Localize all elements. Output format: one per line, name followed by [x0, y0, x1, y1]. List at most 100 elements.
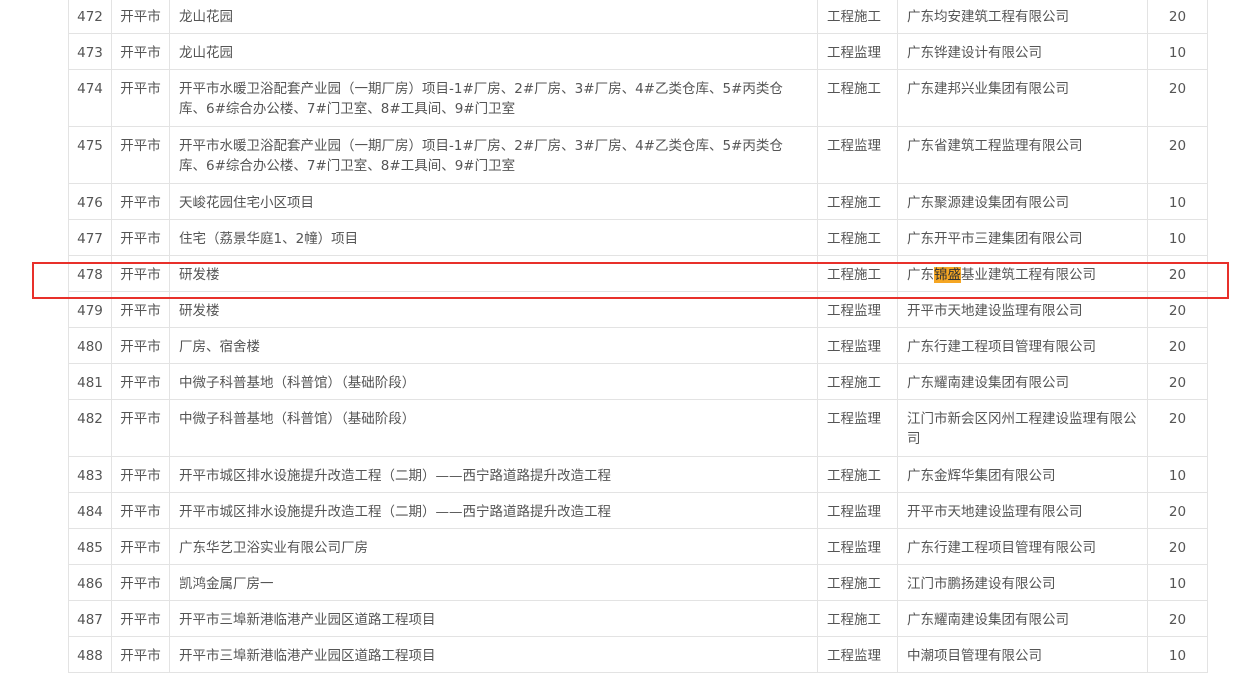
score-cell: 10: [1147, 456, 1208, 493]
records-table: 472 开平市 龙山花园 工程施工 广东均安建筑工程有限公司 20 473 开平…: [68, 0, 1208, 673]
row-number: 483: [68, 456, 112, 493]
company-cell: 广东锦盛基业建筑工程有限公司: [897, 255, 1148, 292]
city-cell: 开平市: [111, 456, 170, 493]
score-cell: 10: [1147, 219, 1208, 256]
search-highlight: 锦盛: [934, 267, 961, 283]
type-cell: 工程施工: [817, 564, 898, 601]
city-cell: 开平市: [111, 219, 170, 256]
company-prefix: 广东: [907, 267, 934, 283]
project-cell: 龙山花园: [169, 0, 818, 34]
table-row: 475 开平市 开平市水暖卫浴配套产业园（一期厂房）项目-1#厂房、2#厂房、3…: [68, 126, 1208, 184]
row-number: 479: [68, 291, 112, 328]
project-cell: 中微子科普基地（科普馆）（基础阶段）: [169, 363, 818, 400]
type-cell: 工程施工: [817, 600, 898, 637]
type-cell: 工程施工: [817, 219, 898, 256]
company-suffix: 基业建筑工程有限公司: [961, 267, 1096, 283]
table-row: 480 开平市 厂房、宿舍楼 工程监理 广东行建工程项目管理有限公司 20: [68, 327, 1208, 364]
city-cell: 开平市: [111, 363, 170, 400]
company-cell: 中潮项目管理有限公司: [897, 636, 1148, 673]
company-cell: 广东铧建设计有限公司: [897, 33, 1148, 70]
score-cell: 20: [1147, 126, 1208, 184]
table-row: 472 开平市 龙山花园 工程施工 广东均安建筑工程有限公司 20: [68, 0, 1208, 34]
company-cell: 广东行建工程项目管理有限公司: [897, 327, 1148, 364]
company-cell: 广东耀南建设集团有限公司: [897, 600, 1148, 637]
city-cell: 开平市: [111, 69, 170, 127]
project-cell: 住宅（荔景华庭1、2幢）项目: [169, 219, 818, 256]
row-number: 478: [68, 255, 112, 292]
project-cell: 广东华艺卫浴实业有限公司厂房: [169, 528, 818, 565]
table-row: 477 开平市 住宅（荔景华庭1、2幢）项目 工程施工 广东开平市三建集团有限公…: [68, 219, 1208, 256]
type-cell: 工程施工: [817, 255, 898, 292]
score-cell: 20: [1147, 0, 1208, 34]
city-cell: 开平市: [111, 33, 170, 70]
row-number: 486: [68, 564, 112, 601]
project-cell: 开平市三埠新港临港产业园区道路工程项目: [169, 636, 818, 673]
city-cell: 开平市: [111, 291, 170, 328]
city-cell: 开平市: [111, 636, 170, 673]
project-cell: 天峻花园住宅小区项目: [169, 183, 818, 220]
company-cell: 江门市鹏扬建设有限公司: [897, 564, 1148, 601]
table-row: 482 开平市 中微子科普基地（科普馆）（基础阶段） 工程监理 江门市新会区冈州…: [68, 399, 1208, 457]
company-cell: 广东行建工程项目管理有限公司: [897, 528, 1148, 565]
type-cell: 工程施工: [817, 363, 898, 400]
row-number: 475: [68, 126, 112, 184]
company-cell: 广东聚源建设集团有限公司: [897, 183, 1148, 220]
row-number: 481: [68, 363, 112, 400]
project-cell: 开平市三埠新港临港产业园区道路工程项目: [169, 600, 818, 637]
type-cell: 工程监理: [817, 327, 898, 364]
score-cell: 20: [1147, 492, 1208, 529]
table-row: 479 开平市 研发楼 工程监理 开平市天地建设监理有限公司 20: [68, 291, 1208, 328]
row-number: 485: [68, 528, 112, 565]
table-row: 473 开平市 龙山花园 工程监理 广东铧建设计有限公司 10: [68, 33, 1208, 70]
company-cell: 江门市新会区冈州工程建设监理有限公司: [897, 399, 1148, 457]
type-cell: 工程监理: [817, 528, 898, 565]
company-cell: 广东建邦兴业集团有限公司: [897, 69, 1148, 127]
type-cell: 工程监理: [817, 33, 898, 70]
city-cell: 开平市: [111, 0, 170, 34]
table-row: 487 开平市 开平市三埠新港临港产业园区道路工程项目 工程施工 广东耀南建设集…: [68, 600, 1208, 637]
type-cell: 工程施工: [817, 69, 898, 127]
project-cell: 研发楼: [169, 255, 818, 292]
row-number: 484: [68, 492, 112, 529]
score-cell: 10: [1147, 183, 1208, 220]
type-cell: 工程监理: [817, 492, 898, 529]
table-row: 481 开平市 中微子科普基地（科普馆）（基础阶段） 工程施工 广东耀南建设集团…: [68, 363, 1208, 400]
project-cell: 开平市水暖卫浴配套产业园（一期厂房）项目-1#厂房、2#厂房、3#厂房、4#乙类…: [169, 69, 818, 127]
city-cell: 开平市: [111, 564, 170, 601]
company-cell: 广东开平市三建集团有限公司: [897, 219, 1148, 256]
table-row: 483 开平市 开平市城区排水设施提升改造工程（二期）——西宁路道路提升改造工程…: [68, 456, 1208, 493]
project-cell: 开平市城区排水设施提升改造工程（二期）——西宁路道路提升改造工程: [169, 492, 818, 529]
type-cell: 工程监理: [817, 636, 898, 673]
score-cell: 20: [1147, 255, 1208, 292]
score-cell: 20: [1147, 600, 1208, 637]
type-cell: 工程施工: [817, 456, 898, 493]
city-cell: 开平市: [111, 600, 170, 637]
table-row: 486 开平市 凯鸿金属厂房一 工程施工 江门市鹏扬建设有限公司 10: [68, 564, 1208, 601]
type-cell: 工程施工: [817, 0, 898, 34]
score-cell: 20: [1147, 291, 1208, 328]
score-cell: 20: [1147, 399, 1208, 457]
city-cell: 开平市: [111, 183, 170, 220]
company-cell: 广东省建筑工程监理有限公司: [897, 126, 1148, 184]
row-number: 477: [68, 219, 112, 256]
project-cell: 厂房、宿舍楼: [169, 327, 818, 364]
row-number: 482: [68, 399, 112, 457]
row-number: 472: [68, 0, 112, 34]
score-cell: 20: [1147, 363, 1208, 400]
type-cell: 工程监理: [817, 126, 898, 184]
project-cell: 中微子科普基地（科普馆）（基础阶段）: [169, 399, 818, 457]
company-cell: 开平市天地建设监理有限公司: [897, 492, 1148, 529]
company-cell: 广东金辉华集团有限公司: [897, 456, 1148, 493]
project-cell: 龙山花园: [169, 33, 818, 70]
score-cell: 10: [1147, 33, 1208, 70]
city-cell: 开平市: [111, 399, 170, 457]
project-cell: 开平市水暖卫浴配套产业园（一期厂房）项目-1#厂房、2#厂房、3#厂房、4#乙类…: [169, 126, 818, 184]
table-row: 488 开平市 开平市三埠新港临港产业园区道路工程项目 工程监理 中潮项目管理有…: [68, 636, 1208, 673]
project-cell: 研发楼: [169, 291, 818, 328]
table-row: 474 开平市 开平市水暖卫浴配套产业园（一期厂房）项目-1#厂房、2#厂房、3…: [68, 69, 1208, 127]
project-cell: 凯鸿金属厂房一: [169, 564, 818, 601]
city-cell: 开平市: [111, 528, 170, 565]
row-number: 480: [68, 327, 112, 364]
table-row: 476 开平市 天峻花园住宅小区项目 工程施工 广东聚源建设集团有限公司 10: [68, 183, 1208, 220]
company-cell: 广东耀南建设集团有限公司: [897, 363, 1148, 400]
